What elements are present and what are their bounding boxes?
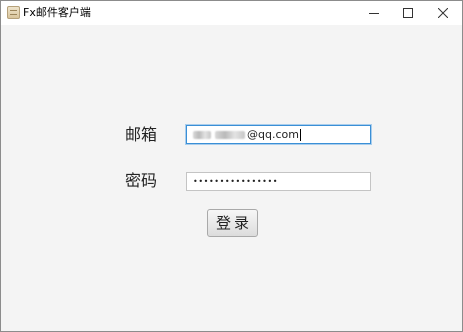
maximize-button[interactable] [391, 1, 425, 25]
title-bar[interactable]: Fx邮件客户端 [1, 1, 462, 25]
app-window: Fx邮件客户端 邮箱 @qq.com 密码 •••••••••••••••• 登… [0, 0, 463, 332]
login-form: 邮箱 @qq.com 密码 •••••••••••••••• 登录 [1, 25, 462, 331]
window-title: Fx邮件客户端 [23, 6, 91, 19]
maximize-icon [403, 8, 413, 18]
email-value: @qq.com [247, 128, 299, 141]
password-label: 密码 [125, 171, 158, 190]
text-caret [299, 129, 301, 141]
password-field[interactable]: •••••••••••••••• [186, 172, 371, 191]
minimize-icon [369, 13, 379, 14]
close-button[interactable] [426, 1, 460, 25]
mail-app-icon [7, 6, 20, 19]
redacted-text [215, 131, 245, 139]
close-icon [438, 8, 448, 18]
email-field[interactable]: @qq.com [186, 125, 371, 144]
login-button[interactable]: 登录 [207, 209, 258, 237]
password-mask: •••••••••••••••• [193, 177, 279, 186]
redacted-text [193, 131, 211, 139]
minimize-button[interactable] [357, 1, 391, 25]
email-label: 邮箱 [125, 125, 158, 144]
